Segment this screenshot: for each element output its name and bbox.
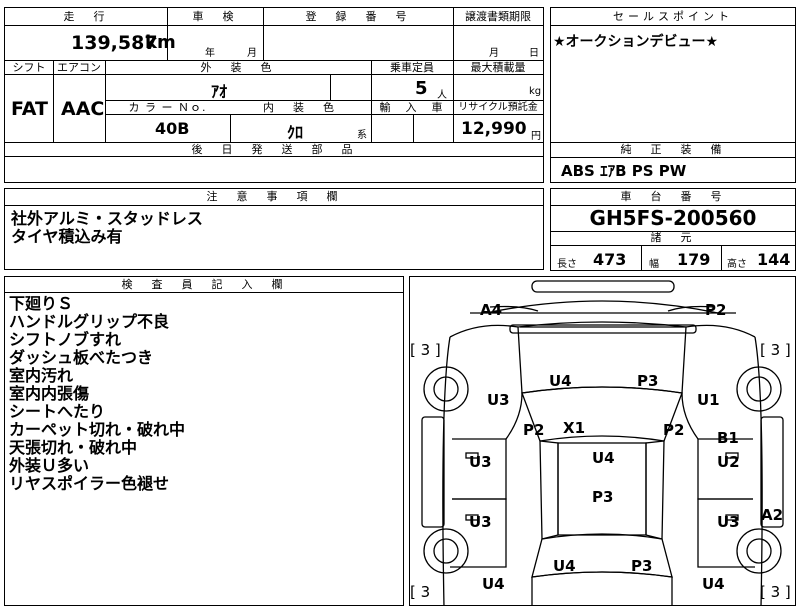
sales-point-box: セールスポイント ★オークションデビュー★ bbox=[550, 7, 796, 143]
damage-map-box: [ 3 ] [ 3 ] [ 3 [ 3 ] A4 P2 U4 P3 U3 U1 … bbox=[409, 276, 796, 606]
color-number-label: カ ラ ー Ｎｏ. bbox=[128, 101, 207, 114]
damage-code: U4 bbox=[549, 372, 572, 390]
damage-code: U4 bbox=[702, 575, 725, 593]
sales-point-label: セールスポイント bbox=[613, 10, 733, 23]
length-label: 長さ bbox=[557, 259, 577, 270]
inspector-line: ダッシュ板べたつき bbox=[9, 348, 154, 367]
inspector-line: 下廻りＳ bbox=[9, 294, 74, 313]
inspection-label: 車 検 bbox=[192, 10, 238, 23]
length-value: 473 bbox=[593, 250, 627, 269]
height-label: 高さ bbox=[727, 259, 747, 270]
equipment-label: 純 正 装 備 bbox=[620, 143, 726, 156]
chassis-label: 車 台 番 号 bbox=[620, 190, 726, 203]
transfer-deadline-label: 譲渡書類期限 bbox=[465, 10, 531, 23]
inspector-line: ハンドルグリップ不良 bbox=[9, 312, 170, 331]
damage-code: U3 bbox=[717, 513, 740, 531]
damage-code: P2 bbox=[663, 421, 685, 439]
transfer-month-unit: 月 bbox=[489, 48, 499, 59]
tire-mark: [ 3 ] bbox=[760, 583, 791, 601]
damage-code: U4 bbox=[482, 575, 505, 593]
recycle-deposit-label: リサイクル預託金 bbox=[458, 102, 538, 113]
notes-line-1: 社外アルミ・スタッドレス bbox=[11, 209, 203, 228]
later-parts-label: 後 日 発 送 部 品 bbox=[191, 143, 357, 156]
chassis-box: 車 台 番 号 GH5FS-200560 諸 元 長さ 473 幅 179 高さ… bbox=[550, 188, 796, 271]
inspector-line: 外装Ｕ多い bbox=[9, 456, 90, 475]
shift-value: FAT bbox=[11, 98, 48, 120]
exterior-color-value: ｱｵ bbox=[211, 82, 228, 101]
damage-code: U3 bbox=[487, 391, 510, 409]
inspector-line: 室内内張傷 bbox=[9, 384, 90, 403]
inspector-label: 検 査 員 記 入 欄 bbox=[121, 278, 287, 291]
inspector-line: 天張切れ・破れ中 bbox=[9, 438, 138, 457]
inspection-year-unit: 年 bbox=[205, 48, 215, 59]
import-label: 輸 入 車 bbox=[379, 101, 445, 114]
recycle-deposit-unit: 円 bbox=[531, 131, 541, 142]
capacity-value: 5 bbox=[415, 78, 428, 99]
damage-code: B1 bbox=[717, 429, 739, 447]
equipment-box: 純 正 装 備 ABS ｴｱB PS PW bbox=[550, 142, 796, 183]
mileage-label: 走 行 bbox=[63, 10, 109, 23]
capacity-label: 乗車定員 bbox=[390, 61, 434, 74]
inspection-month-unit: 月 bbox=[247, 48, 257, 59]
damage-code: U1 bbox=[697, 391, 720, 409]
inspector-line: カーペット切れ・破れ中 bbox=[9, 420, 186, 439]
ac-value: AAC bbox=[61, 98, 105, 120]
notes-label: 注 意 事 項 欄 bbox=[206, 190, 342, 203]
shift-label: シフト bbox=[12, 61, 46, 74]
width-label: 幅 bbox=[649, 259, 659, 270]
recycle-deposit-value: 12,990 bbox=[461, 119, 527, 139]
tire-mark: [ 3 ] bbox=[410, 341, 441, 359]
capacity-unit: 人 bbox=[437, 90, 447, 101]
damage-code: P3 bbox=[631, 557, 653, 575]
sales-point-text: ★オークションデビュー★ bbox=[553, 34, 719, 50]
interior-color-value: ｸﾛ bbox=[287, 123, 304, 142]
max-load-label: 最大積載量 bbox=[470, 61, 526, 74]
inspector-line: 室内汚れ bbox=[9, 366, 74, 385]
notes-line-2: タイヤ積込み有 bbox=[11, 227, 123, 246]
exterior-color-label: 外 装 色 bbox=[200, 61, 276, 74]
damage-code: U4 bbox=[592, 449, 615, 467]
damage-code: P2 bbox=[705, 301, 727, 319]
inspector-line: リヤスポイラー色褪せ bbox=[9, 474, 170, 493]
notes-box: 注 意 事 項 欄 社外アルミ・スタッドレス タイヤ積込み有 bbox=[4, 188, 544, 270]
mileage-unit: km bbox=[145, 32, 176, 53]
transfer-day-unit: 日 bbox=[529, 48, 539, 59]
vehicle-info-grid: 走 行 車 検 登 録 番 号 譲渡書類期限 139,587 km 年 月 月 … bbox=[4, 7, 544, 183]
inspector-line: シートへたり bbox=[9, 402, 106, 421]
inspector-box: 検 査 員 記 入 欄 下廻りＳ ハンドルグリップ不良 シフトノブすれ ダッシュ… bbox=[4, 276, 404, 606]
tire-mark: [ 3 bbox=[410, 583, 431, 601]
damage-code: U4 bbox=[553, 557, 576, 575]
tire-mark: [ 3 ] bbox=[760, 341, 791, 359]
damage-code: P3 bbox=[637, 372, 659, 390]
chassis-value: GH5FS-200560 bbox=[589, 206, 757, 230]
ac-label: エアコン bbox=[57, 61, 101, 74]
damage-code: P2 bbox=[523, 421, 545, 439]
damage-code: U2 bbox=[717, 453, 740, 471]
color-number-value: 40B bbox=[155, 119, 190, 138]
inspector-line: シフトノブすれ bbox=[9, 330, 122, 349]
damage-code: U3 bbox=[469, 453, 492, 471]
max-load-unit: kg bbox=[529, 86, 542, 97]
damage-code: P3 bbox=[592, 488, 614, 506]
damage-code: X1 bbox=[563, 419, 586, 437]
interior-color-suffix: 系 bbox=[357, 130, 367, 141]
width-value: 179 bbox=[677, 250, 711, 269]
damage-code: U3 bbox=[469, 513, 492, 531]
damage-code: A4 bbox=[480, 301, 503, 319]
interior-color-label: 内 装 色 bbox=[263, 101, 338, 114]
damage-code: A2 bbox=[761, 506, 784, 524]
equipment-text: ABS ｴｱB PS PW bbox=[561, 162, 687, 180]
registration-label: 登 録 番 号 bbox=[305, 10, 411, 23]
height-value: 144 bbox=[757, 250, 791, 269]
specs-label: 諸 元 bbox=[650, 231, 696, 244]
